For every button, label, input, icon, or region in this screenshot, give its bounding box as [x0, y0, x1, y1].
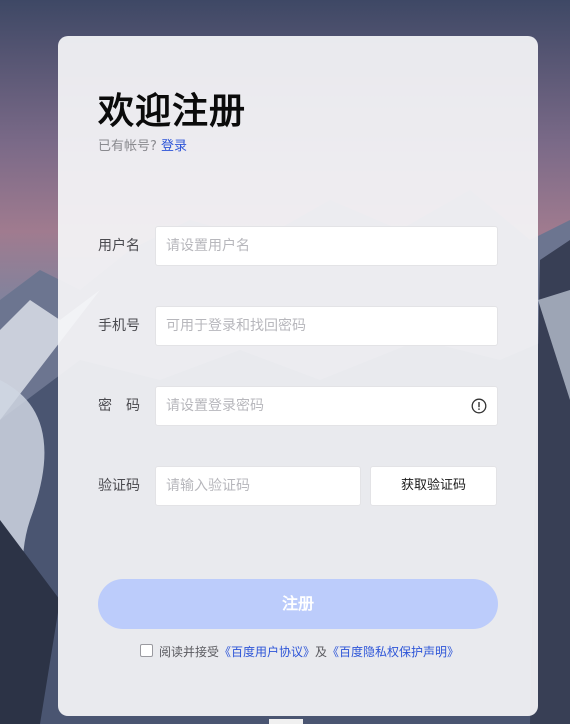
page-title: 欢迎注册 [98, 91, 247, 132]
phone-input[interactable] [156, 307, 466, 345]
agreement-checkbox[interactable] [140, 644, 153, 657]
agreement-and: 及 [315, 645, 328, 659]
user-agreement-link[interactable]: 《百度用户协议》 [219, 645, 315, 659]
privacy-policy-link[interactable]: 《百度隐私权保护声明》 [327, 645, 459, 659]
login-prompt: 已有帐号? 登录 [98, 138, 187, 156]
code-input[interactable] [156, 467, 356, 505]
password-input[interactable] [156, 387, 466, 425]
password-field[interactable] [155, 386, 498, 426]
info-icon[interactable] [471, 398, 487, 414]
password-label: 密 码 [98, 398, 140, 414]
agreement-row: 阅读并接受《百度用户协议》及《百度隐私权保护声明》 [140, 642, 459, 662]
username-label: 用户名 [98, 238, 140, 254]
phone-field[interactable] [155, 306, 498, 346]
get-code-button[interactable]: 获取验证码 [370, 466, 497, 506]
register-button[interactable]: 注册 [98, 579, 498, 629]
username-field[interactable] [155, 226, 498, 266]
code-label: 验证码 [98, 478, 140, 494]
login-link[interactable]: 登录 [161, 139, 187, 154]
bottom-tab-indicator [269, 719, 303, 724]
phone-label: 手机号 [98, 318, 140, 334]
code-field[interactable] [155, 466, 361, 506]
agreement-prefix: 阅读并接受 [159, 645, 220, 659]
username-input[interactable] [156, 227, 466, 265]
register-card: 欢迎注册 已有帐号? 登录 用户名 手机号 密 码 验证码 获取验证码 注册 阅… [58, 36, 538, 716]
has-account-text: 已有帐号? [98, 139, 157, 154]
